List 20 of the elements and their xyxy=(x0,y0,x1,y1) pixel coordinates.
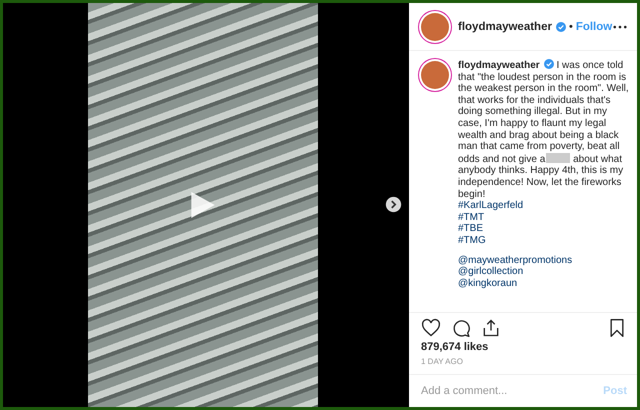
hashtag-link[interactable]: #TMG xyxy=(458,234,629,246)
mention-link[interactable]: @kingkoraun xyxy=(458,278,629,290)
post-time: 1 DAY AGO xyxy=(409,353,637,375)
share-icon[interactable] xyxy=(481,318,501,338)
hashtag-link[interactable]: #KarlLagerfeld xyxy=(458,200,629,212)
more-options-icon[interactable] xyxy=(613,24,627,28)
mention-link[interactable]: @girlcollection xyxy=(458,266,629,278)
hashtag-link[interactable]: #TBE xyxy=(458,223,629,235)
username-link[interactable]: floydmayweather xyxy=(458,60,540,71)
avatar[interactable] xyxy=(421,61,449,89)
mention-link[interactable]: @mayweatherpromotions xyxy=(458,254,629,266)
hashtag-link[interactable]: #TMT xyxy=(458,212,629,224)
username-link[interactable]: floydmayweather xyxy=(458,20,552,32)
comment-icon[interactable] xyxy=(451,318,471,338)
likes-count[interactable]: 879,674 likes xyxy=(409,341,637,353)
separator-dot: • xyxy=(568,20,573,32)
play-icon[interactable] xyxy=(190,190,216,220)
heart-icon[interactable] xyxy=(421,318,441,338)
caption-text: floydmayweather I was once told that "the loudest person in the room is the weakest person in the room". Well, that works for the individuals that's doing something illegal. But in my case, I'm happy to flaunt my legal wealth and brag about being a black man that came from poverty, beat all odds and not give a about what anybody thinks. Happy 4th, this is my independence! Now, let the fireworks begin! xyxy=(458,59,629,200)
avatar[interactable] xyxy=(421,12,449,40)
